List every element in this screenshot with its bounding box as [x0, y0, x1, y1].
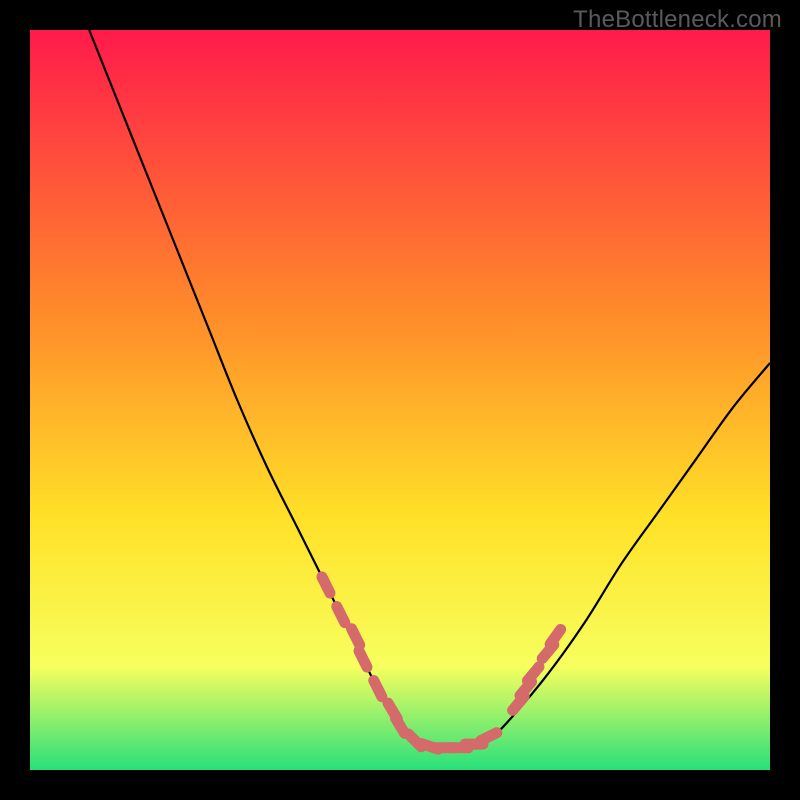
watermark-text: TheBottleneck.com: [573, 6, 782, 34]
marker-segment: [374, 681, 382, 697]
chart-frame: TheBottleneck.com: [0, 0, 800, 800]
marker-segment: [322, 577, 330, 593]
marker-segment: [352, 629, 360, 645]
marker-segment: [481, 733, 497, 741]
plot-area: [30, 30, 770, 770]
gradient-background: [30, 30, 770, 770]
marker-segment: [359, 651, 367, 667]
marker-segment: [337, 607, 345, 623]
chart-svg: [30, 30, 770, 770]
